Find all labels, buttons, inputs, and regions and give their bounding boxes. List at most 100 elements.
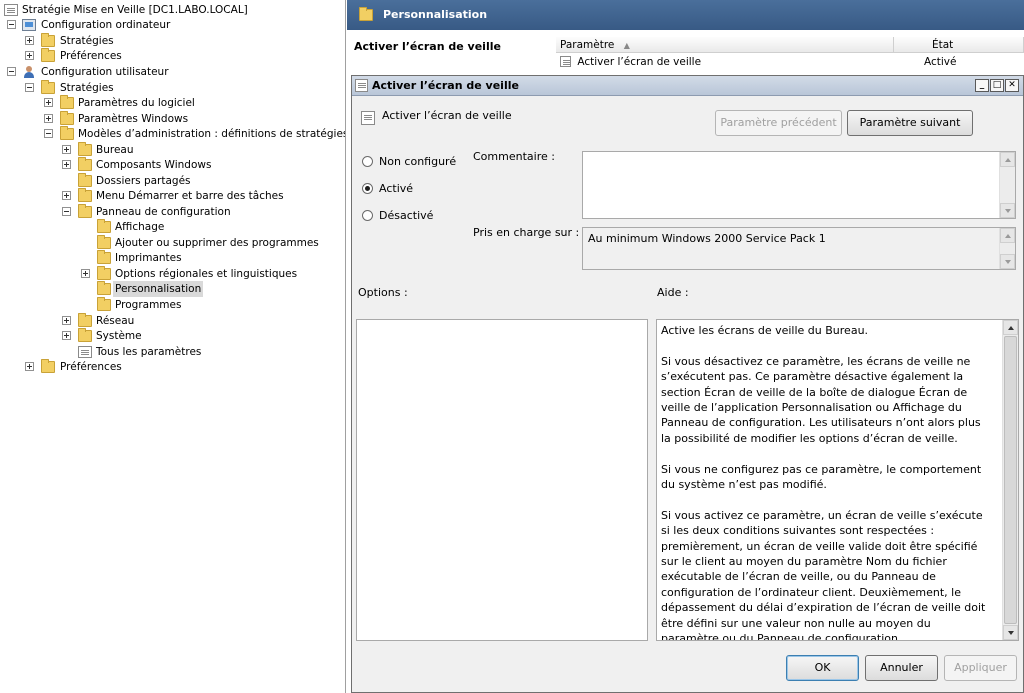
dialog-titlebar[interactable]: Activer l’écran de veille _ □ ✕ — [352, 76, 1023, 96]
column-header-setting[interactable]: Paramètre ▲ — [556, 37, 894, 53]
computer-icon — [22, 19, 36, 31]
tree-item-admin-templates[interactable]: Modèles d’administration : définitions d… — [0, 126, 345, 142]
previous-setting-button[interactable]: Paramètre précédent — [715, 110, 842, 136]
folder-icon — [60, 126, 74, 140]
tree-item-control-panel[interactable]: Panneau de configuration — [0, 204, 340, 220]
comment-label: Commentaire : — [473, 150, 555, 163]
folder-icon — [41, 80, 55, 94]
collapse-icon[interactable] — [62, 207, 71, 216]
scroll-up-icon[interactable] — [1000, 228, 1015, 243]
tree-item-uc-preferences[interactable]: Préférences — [0, 359, 340, 375]
comment-scrollbar[interactable] — [999, 152, 1015, 218]
supported-on-value: Au minimum Windows 2000 Service Pack 1 — [588, 232, 826, 245]
radio-button[interactable] — [362, 155, 373, 167]
folder-icon — [60, 111, 74, 125]
expand-icon[interactable] — [44, 114, 53, 123]
expand-icon[interactable] — [25, 36, 34, 45]
minimize-button[interactable]: _ — [975, 79, 989, 92]
folder-icon — [60, 95, 74, 109]
tree-item-cc-preferences[interactable]: Préférences — [0, 48, 340, 64]
folder-icon — [359, 7, 373, 21]
scroll-thumb[interactable] — [1004, 336, 1017, 624]
tree-item-user-config[interactable]: Configuration utilisateur — [0, 64, 340, 80]
help-scrollbar[interactable] — [1002, 320, 1018, 640]
settings-list: Paramètre ▲ État Activer l’écran de veil… — [556, 37, 1024, 77]
policy-document-icon — [4, 4, 18, 16]
tree-item-add-remove-programs[interactable]: Ajouter ou supprimer des programmes — [0, 235, 340, 251]
folder-icon — [41, 359, 55, 373]
scroll-down-icon[interactable] — [1000, 203, 1015, 218]
expand-icon[interactable] — [62, 145, 71, 154]
policy-setting-icon — [361, 111, 375, 125]
help-paragraph: Active les écrans de veille du Bureau. — [661, 324, 869, 337]
tree-item-start-menu[interactable]: Menu Démarrer et barre des tâches — [0, 188, 340, 204]
tree-item-desktop[interactable]: Bureau — [0, 142, 340, 158]
radio-disabled[interactable]: Désactivé — [362, 207, 433, 223]
folder-icon — [97, 297, 111, 311]
radio-button-checked[interactable] — [362, 182, 373, 194]
sort-ascending-icon: ▲ — [623, 41, 630, 50]
tree-item-windows-components[interactable]: Composants Windows — [0, 157, 340, 173]
tree-item-programs[interactable]: Programmes — [0, 297, 340, 313]
next-setting-button[interactable]: Paramètre suivant — [847, 110, 973, 136]
scroll-up-icon[interactable] — [1003, 320, 1018, 335]
folder-icon — [97, 219, 111, 233]
radio-not-configured[interactable]: Non configuré — [362, 153, 456, 169]
folder-icon — [97, 266, 111, 280]
tree-item-shared-folders[interactable]: Dossiers partagés — [0, 173, 340, 189]
details-header: Personnalisation — [347, 0, 1024, 30]
setting-icon — [560, 56, 571, 67]
tree-item-personalization[interactable]: Personnalisation — [0, 281, 340, 297]
tree-item-printers[interactable]: Imprimantes — [0, 250, 340, 266]
scroll-down-icon[interactable] — [1003, 625, 1018, 640]
selected-tree-label: Personnalisation — [113, 281, 204, 297]
help-paragraph: Si vous désactivez ce paramètre, les écr… — [661, 354, 981, 445]
list-item[interactable]: Activer l’écran de veille — [560, 54, 701, 70]
radio-enabled[interactable]: Activé — [362, 180, 413, 196]
apply-button[interactable]: Appliquer — [944, 655, 1017, 681]
tree-root-label: Stratégie Mise en Veille [DC1.LABO.LOCAL… — [22, 4, 248, 16]
folder-icon — [78, 173, 92, 187]
close-button[interactable]: ✕ — [1005, 79, 1019, 92]
help-paragraph: Si vous activez ce paramètre, un écran d… — [661, 508, 986, 641]
help-panel: Active les écrans de veille du Bureau. S… — [656, 319, 1019, 641]
expand-icon[interactable] — [81, 269, 90, 278]
collapse-icon[interactable] — [7, 20, 16, 29]
expand-icon[interactable] — [25, 362, 34, 371]
tree-item-regional-options[interactable]: Options régionales et linguistiques — [0, 266, 340, 282]
scroll-down-icon[interactable] — [1000, 254, 1015, 269]
expand-icon[interactable] — [44, 98, 53, 107]
collapse-icon[interactable] — [25, 83, 34, 92]
tree-item-system[interactable]: Système — [0, 328, 340, 344]
cancel-button[interactable]: Annuler — [865, 655, 938, 681]
folder-icon — [97, 281, 111, 295]
tree-item-cc-strategies[interactable]: Stratégies — [0, 33, 340, 49]
console-tree: Stratégie Mise en Veille [DC1.LABO.LOCAL… — [0, 0, 346, 693]
expand-icon[interactable] — [62, 160, 71, 169]
radio-button[interactable] — [362, 209, 373, 221]
dialog-title: Activer l’écran de veille — [372, 79, 519, 92]
comment-textarea[interactable] — [582, 151, 1016, 219]
tree-item-software-settings[interactable]: Paramètres du logiciel — [0, 95, 340, 111]
expand-icon[interactable] — [25, 51, 34, 60]
scroll-up-icon[interactable] — [1000, 152, 1015, 167]
ok-button[interactable]: OK — [786, 655, 859, 681]
tree-item-uc-strategies[interactable]: Stratégies — [0, 80, 340, 96]
tree-item-display[interactable]: Affichage — [0, 219, 340, 235]
tree-item-all-settings[interactable]: Tous les paramètres — [0, 344, 340, 360]
column-header-state[interactable]: État — [894, 37, 1024, 53]
description-title: Activer l’écran de veille — [354, 40, 501, 53]
expand-icon[interactable] — [62, 316, 71, 325]
collapse-icon[interactable] — [44, 129, 53, 138]
settings-list-icon — [78, 346, 92, 358]
tree-item-computer-config[interactable]: Configuration ordinateur — [0, 17, 340, 33]
tree-item-windows-settings[interactable]: Paramètres Windows — [0, 111, 340, 127]
expand-icon[interactable] — [62, 191, 71, 200]
expand-icon[interactable] — [62, 331, 71, 340]
supported-scrollbar[interactable] — [999, 228, 1015, 269]
tree-item-network[interactable]: Réseau — [0, 313, 340, 329]
maximize-button[interactable]: □ — [990, 79, 1004, 92]
help-paragraph: Si vous ne configurez pas ce paramètre, … — [661, 462, 982, 492]
help-label: Aide : — [657, 286, 689, 299]
collapse-icon[interactable] — [7, 67, 16, 76]
